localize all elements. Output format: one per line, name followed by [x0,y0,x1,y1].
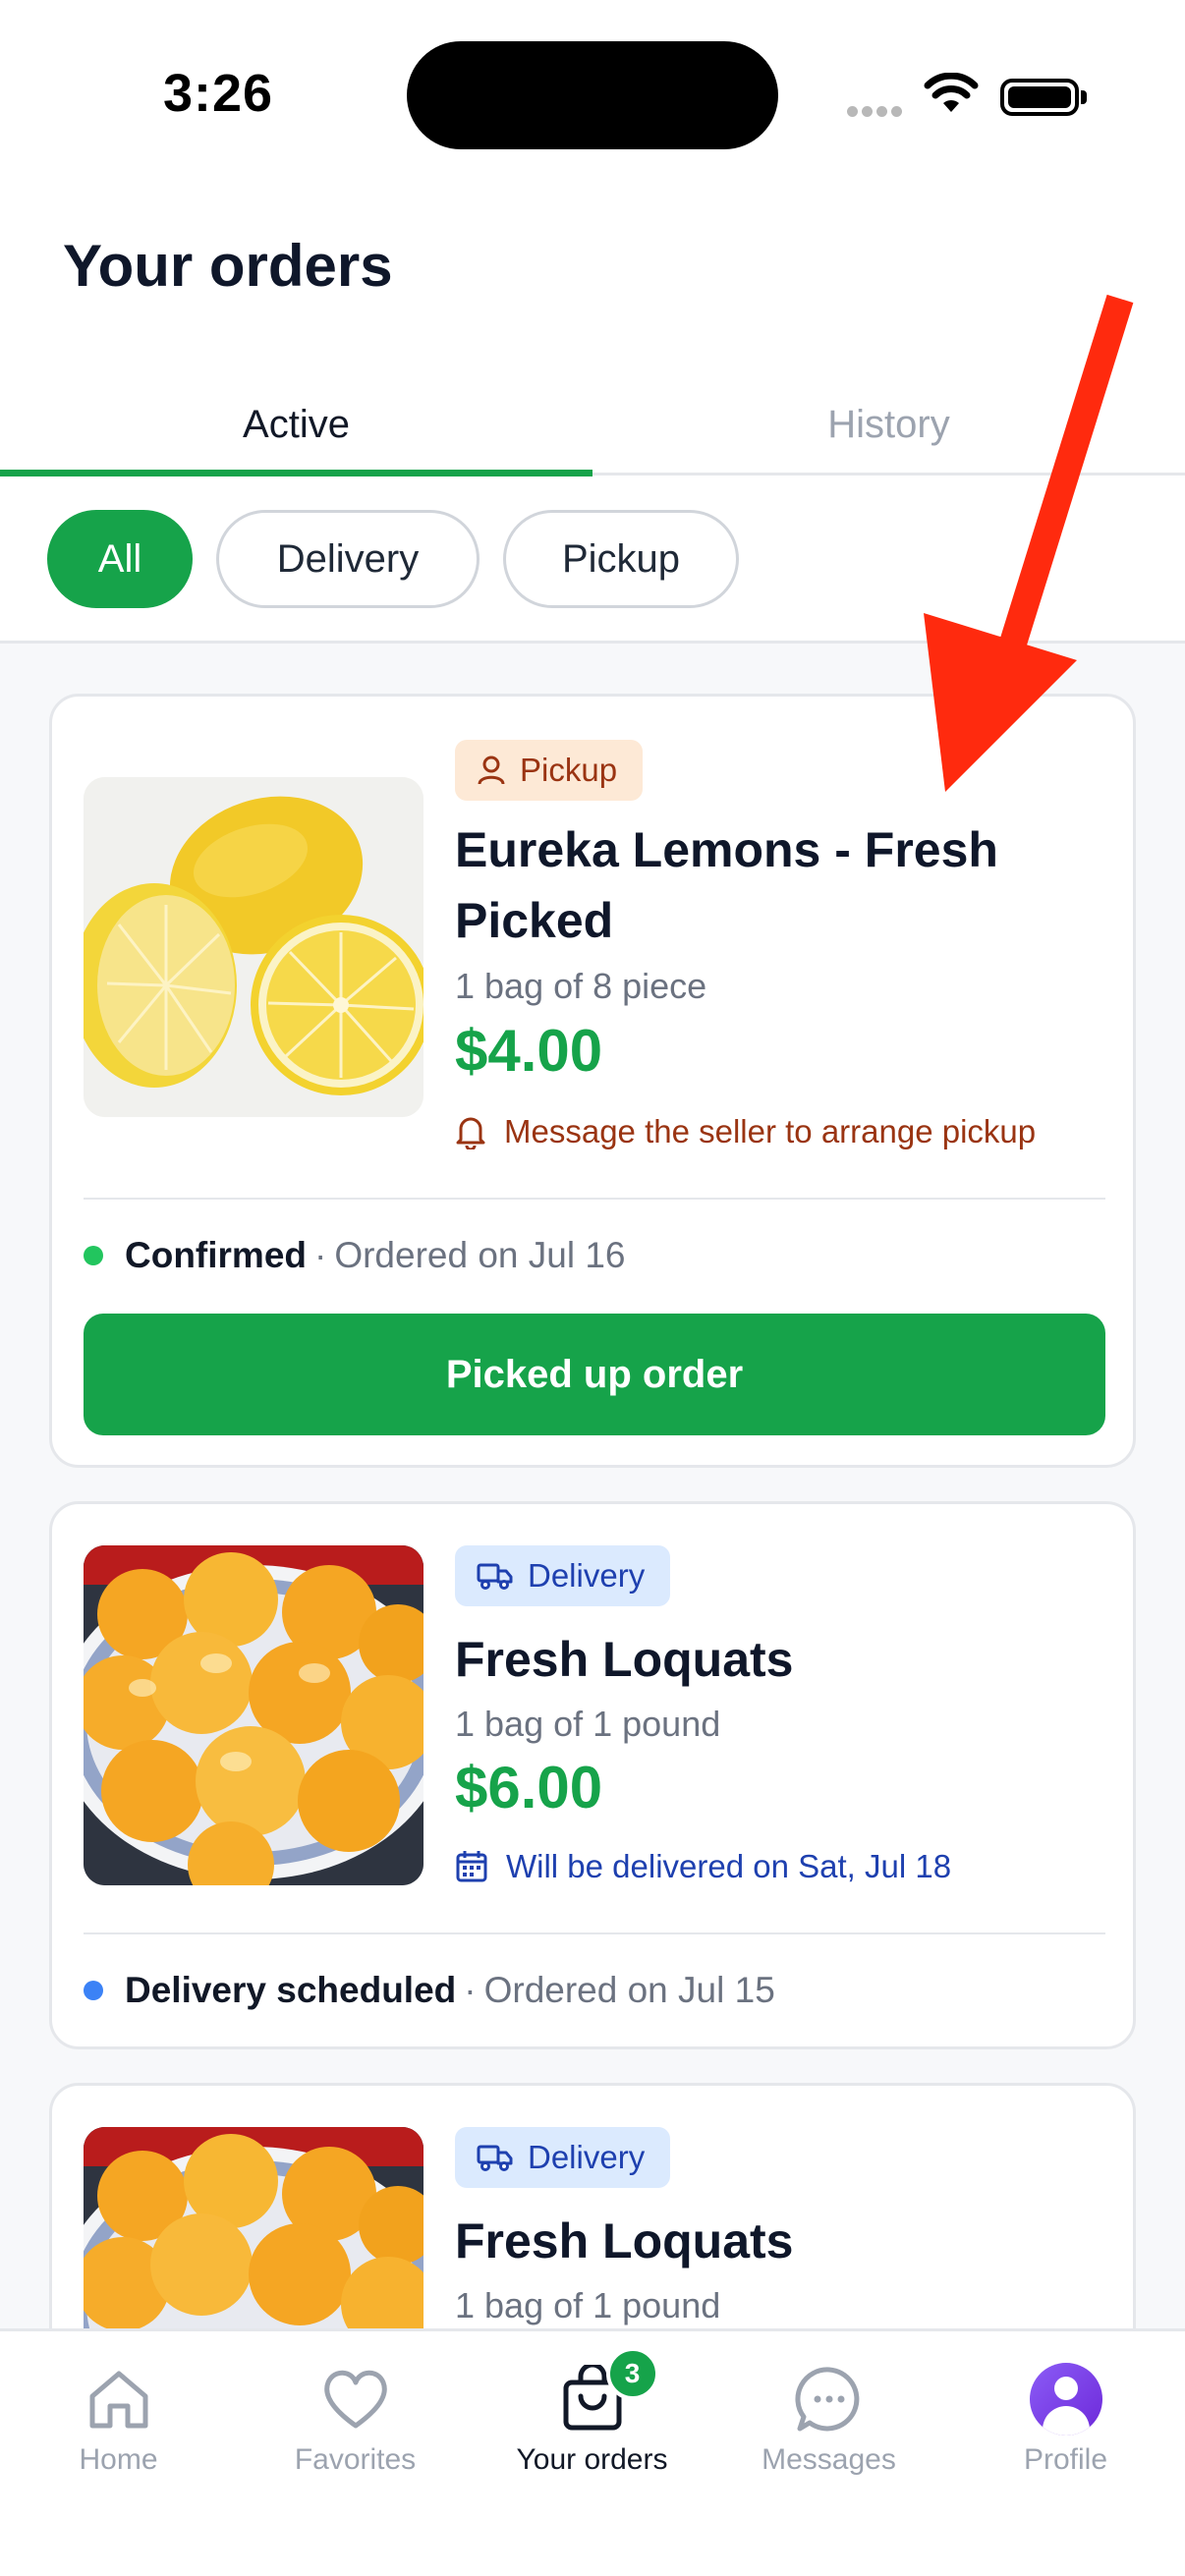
truck-icon [477,2145,513,2171]
filter-delivery-chip[interactable]: Delivery [216,510,480,608]
delivery-badge: Delivery [455,2127,671,2188]
badge-label: Pickup [520,752,618,788]
product-name: Fresh Loquats [455,1632,794,1687]
product-price: $4.00 [455,1018,603,1084]
tab-your-orders[interactable]: 3 Your orders [474,2331,710,2528]
status-label: Confirmed [125,1235,307,1275]
product-name: Eureka Lemons - Fresh Picked [455,822,998,948]
badge-label: Delivery [528,2139,646,2175]
order-status: Confirmed · Ordered on Jul 16 [84,1235,626,1276]
product-price: $6.00 [455,1755,603,1820]
tab-home[interactable]: Home [0,2331,237,2528]
picked-up-order-button[interactable]: Picked up order [84,1314,1105,1435]
tab-messages-label: Messages [762,2443,896,2476]
tab-profile[interactable]: Profile [947,2331,1184,2528]
battery-icon [1000,79,1079,116]
product-image-lemons [84,777,423,1117]
separator-dot: · [314,1235,327,1275]
separator-dot: · [464,1970,477,2010]
battery-cap [1081,90,1087,104]
filter-bar: All Delivery Pickup [0,506,1185,644]
product-image-loquats [84,1545,423,1885]
person-icon [478,756,505,785]
truck-icon [477,1563,513,1590]
tab-profile-label: Profile [1023,2443,1108,2476]
status-time: 3:26 [163,64,274,123]
tab-home-label: Home [79,2443,158,2476]
pickup-note-text: Message the seller to arrange pickup [504,1113,1037,1149]
home-icon [89,2371,147,2429]
dynamic-island [407,41,778,149]
order-tabs: Active History [0,373,1185,476]
order-card[interactable]: Pickup Eureka Lemons - Fresh Picked 1 ba… [49,694,1136,1468]
tab-favorites-label: Favorites [294,2443,417,2476]
avatar [1029,2363,1102,2436]
status-dot [84,1981,103,2000]
message-bubble-icon [795,2367,859,2432]
status-dot [84,1246,103,1265]
delivery-note-text: Will be delivered on Sat, Jul 18 [506,1848,952,1884]
product-name: Fresh Loquats [455,2213,794,2268]
card-divider [84,1932,1105,1934]
bottom-tab-bar: Home Favorites 3 Your orders Messages Pr… [0,2328,1185,2576]
product-quantity: 1 bag of 1 pound [455,1704,721,1744]
heart-icon [323,2370,387,2429]
order-card[interactable]: Delivery Fresh Loquats 1 bag of 1 pound … [49,1501,1136,2049]
status-bar: 3:26 [0,0,1185,187]
tab-favorites[interactable]: Favorites [237,2331,474,2528]
status-label: Delivery scheduled [125,1970,457,2010]
delivery-badge: Delivery [455,1545,671,1606]
ordered-date: Ordered on Jul 16 [334,1235,626,1275]
tab-your-orders-label: Your orders [516,2443,668,2476]
bell-icon [456,1117,485,1149]
cellular-signal-icon [847,104,906,122]
wifi-icon [924,73,979,112]
pickup-note: Message the seller to arrange pickup [455,1113,1036,1150]
product-quantity: 1 bag of 1 pound [455,2285,721,2325]
filter-pickup-chip[interactable]: Pickup [503,510,739,608]
card-divider [84,1198,1105,1200]
order-status: Delivery scheduled · Ordered on Jul 15 [84,1970,775,2011]
page-title: Your orders [63,233,393,299]
active-tab-indicator [0,470,592,476]
ordered-date: Ordered on Jul 15 [483,1970,775,2010]
product-quantity: 1 bag of 8 piece [455,966,707,1006]
pickup-badge: Pickup [455,740,644,801]
calendar-icon [456,1851,487,1882]
tab-messages[interactable]: Messages [710,2331,947,2528]
tab-history[interactable]: History [592,373,1185,476]
delivery-note: Will be delivered on Sat, Jul 18 [455,1848,951,1885]
orders-count-badge: 3 [605,2347,659,2400]
tab-active[interactable]: Active [0,373,592,476]
filter-all-chip[interactable]: All [47,510,193,608]
badge-label: Delivery [528,1557,646,1594]
